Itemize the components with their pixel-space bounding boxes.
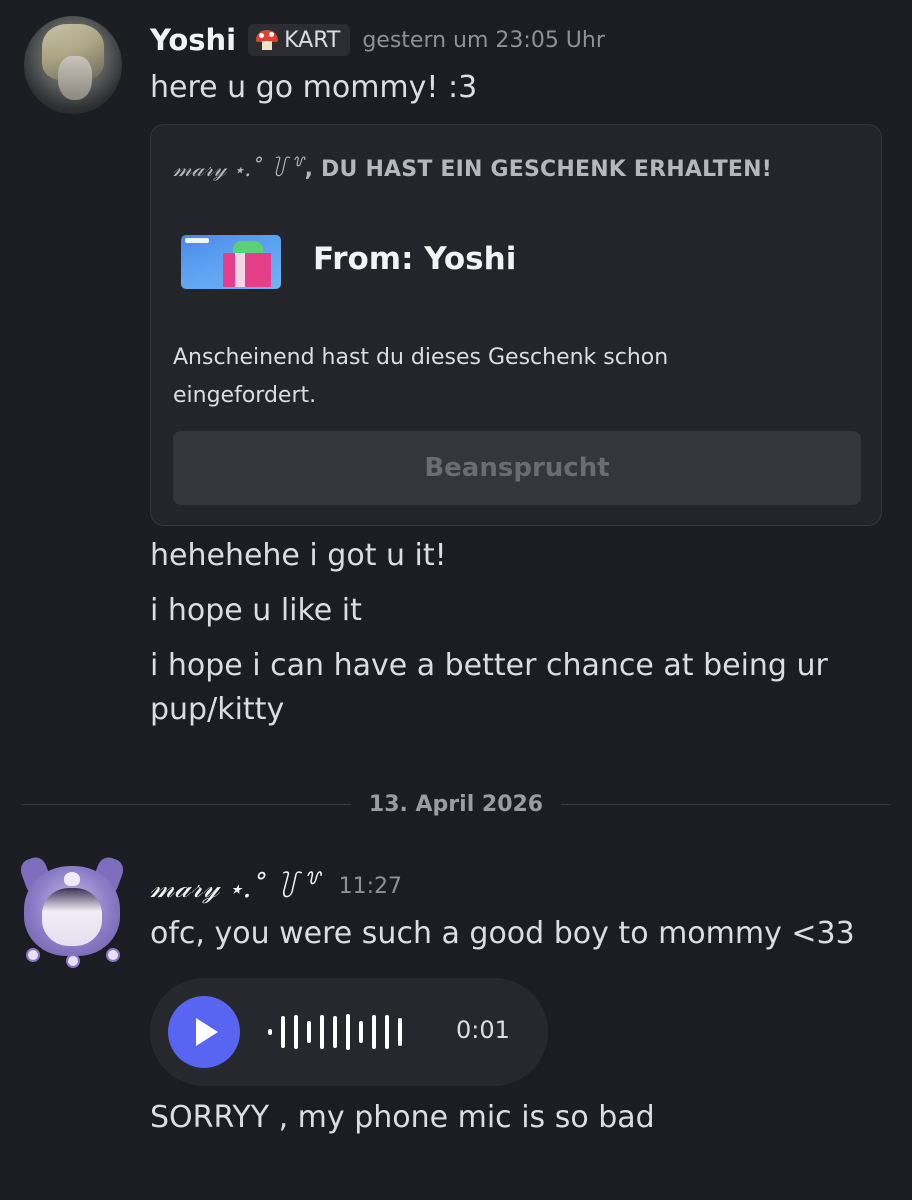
message-header: Yoshi KART gestern um 23:05 Uhr [150,20,888,60]
message-text: i hope u like it [150,593,362,628]
avatar-bead [106,948,120,962]
date-divider: 13. April 2026 [22,788,891,820]
mushroom-icon [256,30,279,50]
username[interactable]: Yoshi [150,23,236,57]
divider-line [22,803,351,805]
message-text: here u go mommy! :3 [150,70,478,105]
message-text: hehehehe i got u it! [150,538,447,573]
message-header: 𝓂𝒶𝓇𝓎 ⋆.˚ ꒦꒷ 11:27 [150,866,888,906]
gift-heading: 𝓂𝒶𝓇𝓎 ⋆.˚ ꒦꒷, DU HAST EIN GESCHENK ERHALT… [173,153,772,182]
timestamp: 11:27 [338,873,403,899]
server-tag[interactable]: KART [248,24,351,56]
message-text: SORRYY , my phone mic is so bad [150,1100,655,1135]
play-button[interactable] [168,996,240,1068]
avatar-bead [26,948,40,962]
avatar-face [58,56,92,100]
message-mary: 𝓂𝒶𝓇𝓎 ⋆.˚ ꒦꒷ 11:27 ofc, you were such a g… [150,866,888,956]
divider-date: 13. April 2026 [368,791,544,817]
voice-duration: 0:01 [456,1016,510,1044]
play-icon [196,1018,218,1046]
gift-from: From: Yoshi [313,241,517,277]
skull-icon [64,872,80,886]
waveform[interactable] [268,1014,402,1050]
avatar-yoshi[interactable] [24,16,122,114]
avatar-mary[interactable] [17,854,127,968]
avatar-bead [66,954,80,968]
followup-messages-mary: SORRYY , my phone mic is so bad [150,1096,888,1140]
message-text: ofc, you were such a good boy to mommy <… [150,916,855,951]
claimed-button[interactable]: Beansprucht [173,431,861,505]
tag-label: KART [284,27,341,53]
gift-description: Anscheinend hast du dieses Geschenk scho… [173,345,669,408]
gift-heading-name: 𝓂𝒶𝓇𝓎 ⋆.˚ ꒦꒷ [173,157,305,182]
gift-embed: 𝓂𝒶𝓇𝓎 ⋆.˚ ꒦꒷, DU HAST EIN GESCHENK ERHALT… [150,124,882,526]
avatar-face [42,888,102,946]
followup-messages-yoshi: hehehehe i got u it! i hope u like it i … [150,534,888,732]
divider-line [561,803,891,805]
username[interactable]: 𝓂𝒶𝓇𝓎 ⋆.˚ ꒦꒷ [150,867,321,905]
timestamp: gestern um 23:05 Uhr [362,27,605,53]
voice-message: 0:01 [150,978,548,1086]
message-yoshi: Yoshi KART gestern um 23:05 Uhr here u g… [150,20,888,110]
message-text: i hope i can have a better chance at bei… [150,648,828,727]
gift-image [181,235,281,289]
gift-heading-text: , DU HAST EIN GESCHENK ERHALTEN! [304,157,772,182]
